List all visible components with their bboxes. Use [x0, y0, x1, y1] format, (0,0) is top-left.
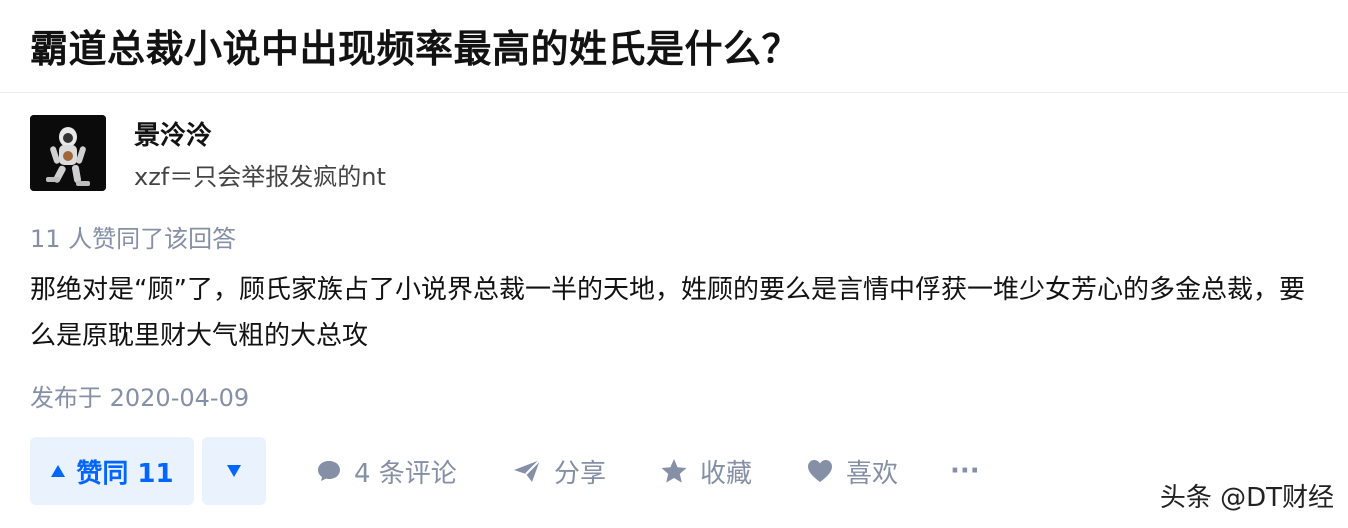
more-label: ··· — [950, 456, 980, 486]
author-bio: xzf＝只会举报发疯的nt — [134, 163, 386, 191]
heart-icon — [808, 460, 832, 482]
share-button[interactable]: 分享 — [512, 437, 606, 505]
question-header: 霸道总裁小说中出现频率最高的姓氏是什么？ — [0, 0, 1348, 93]
vote-summary[interactable]: 11 人赞同了该回答 — [30, 219, 236, 254]
astronaut-avatar-icon — [30, 115, 106, 191]
downvote-button[interactable] — [202, 437, 266, 505]
action-bar: 赞同 11 4 条评论 分享 收藏 喜欢 ··· — [0, 437, 1348, 507]
upvote-label: 赞同 11 — [76, 458, 174, 489]
star-icon — [661, 459, 687, 483]
upvote-button[interactable]: 赞同 11 — [30, 437, 194, 505]
share-label: 分享 — [554, 458, 607, 489]
triangle-up-icon — [51, 465, 66, 477]
question-title[interactable]: 霸道总裁小说中出现频率最高的姓氏是什么？ — [30, 18, 800, 73]
author-name[interactable]: 景泠泠 — [134, 115, 212, 152]
publish-date[interactable]: 发布于 2020-04-09 — [30, 378, 249, 413]
like-label: 喜欢 — [846, 458, 899, 489]
more-button[interactable]: ··· — [950, 437, 980, 505]
like-button[interactable]: 喜欢 — [806, 437, 898, 505]
paper-plane-icon — [514, 459, 541, 482]
answer-card: 景泠泠 xzf＝只会举报发疯的nt 11 人赞同了该回答 那绝对是“顾”了，顾氏… — [0, 93, 1348, 528]
comments-button[interactable]: 4 条评论 — [316, 437, 457, 505]
comment-bubble-icon — [318, 461, 340, 481]
collect-button[interactable]: 收藏 — [660, 437, 752, 505]
triangle-down-icon — [227, 465, 241, 477]
watermark: 头条 @DT财经 — [1159, 483, 1334, 513]
answer-content: 那绝对是“顾”了，顾氏家族占了小说界总裁一半的天地，姓顾的要么是言情中俘获一堆少… — [30, 275, 1305, 351]
comments-label: 4 条评论 — [354, 458, 457, 489]
author-avatar[interactable] — [30, 115, 106, 191]
collect-label: 收藏 — [700, 458, 753, 489]
